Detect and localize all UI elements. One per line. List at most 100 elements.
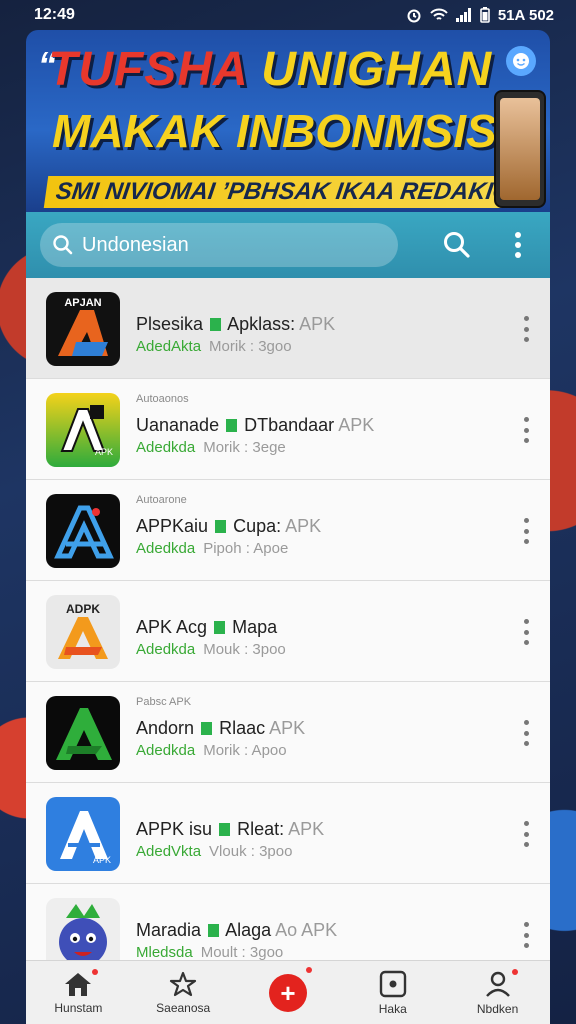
app-name-tail: Mapa [232, 617, 278, 637]
app-name: APPKaiu [136, 516, 209, 536]
app-meta: Morik : 3ege [203, 439, 286, 456]
app-icon: APJAN [46, 292, 120, 366]
nav-label: Nbdken [476, 1001, 519, 1016]
status-icons: 51A 502 [406, 7, 554, 24]
nav-label: Hunstam [54, 1000, 103, 1015]
more-vertical-icon[interactable] [522, 922, 530, 948]
explore-icon [170, 971, 197, 996]
app-meta: Moult : 3goo [200, 944, 284, 960]
status-bar: 12:49 51A 502 [0, 0, 576, 30]
verified-icon [210, 318, 222, 331]
app-name: Andorn [136, 718, 195, 738]
nav-home[interactable]: Hunstam [28, 961, 128, 1024]
app-subtitle: Adedkda Pipoh : Apoe [136, 540, 288, 557]
app-list: APJAN Plsesika Apklass: APK AdedAkta Mori… [26, 278, 550, 960]
nav-add[interactable]: + [238, 961, 338, 1024]
banner-headline-red: TUFSHA [48, 43, 247, 96]
banner-headline-yellow: UNIGHAN [261, 43, 493, 96]
app-title: APPKaiu Cupa: APK [136, 516, 321, 537]
app-author: AdedVkta [136, 843, 202, 860]
verified-icon [214, 621, 226, 634]
list-item[interactable]: Maradia Alaga Ao APK Mledsda Moult : 3goo [26, 884, 550, 960]
more-vertical-icon[interactable] [522, 821, 530, 847]
app-meta: Morik : 3goo [209, 338, 292, 355]
nav-profile[interactable]: Nbdken [448, 961, 548, 1024]
app-icon-label: APK [93, 855, 111, 865]
list-item[interactable]: APJAN Plsesika Apklass: APK AdedAkta Mori… [26, 278, 550, 379]
bottom-navigation: Hunstam Saeanosa + Haka Nbdken [26, 960, 550, 1024]
app-subtitle: Adedkda Morik : Apoo [136, 742, 287, 759]
app-icon [46, 494, 120, 568]
notification-dot [305, 966, 312, 973]
app-meta: Vlouk : 3poo [209, 843, 293, 860]
app-name-tail: DTbandaar [244, 415, 335, 435]
verified-icon [226, 419, 238, 432]
search-bar: Undonesian [26, 212, 550, 278]
app-suffix: APK [338, 415, 375, 435]
banner-headline: TUFSHA UNIGHAN [48, 42, 492, 97]
app-tag: Autoaonos [136, 393, 189, 405]
list-item[interactable]: APK Autoaonos Uananade DTbandaar APK Ade… [26, 379, 550, 480]
battery-icon [480, 7, 490, 23]
app-tag: Pabsc APK [136, 696, 192, 708]
app-title: APPK isu Rleat: APK [136, 819, 324, 840]
verified-icon [201, 722, 213, 735]
more-vertical-icon[interactable] [522, 417, 530, 443]
app-icon [46, 898, 120, 960]
app-subtitle: Mledsda Moult : 3goo [136, 944, 283, 960]
app-name: Maradia [136, 920, 202, 940]
home-icon [65, 972, 92, 996]
verified-icon [219, 823, 231, 836]
app-icon-label: ADPK [66, 602, 100, 616]
add-icon: + [268, 973, 307, 1012]
notification-dot [511, 968, 518, 975]
app-suffix: APK [288, 819, 325, 839]
status-time: 12:49 [34, 6, 75, 23]
nav-explore[interactable]: Saeanosa [133, 961, 233, 1024]
app-author: AdedAkta [136, 338, 202, 355]
promo-banner[interactable]: “ TUFSHA UNIGHAN MAKAK INBONMSISIA SMI N… [26, 30, 550, 212]
list-item[interactable]: APK APPK isu Rleat: APK AdedVkta Vlouk : … [26, 783, 550, 884]
list-item[interactable]: ADPK APK Acg Mapa Adedkda Mouk : 3poo [26, 581, 550, 682]
app-name-tail: Rleat: [237, 819, 285, 839]
more-vertical-icon[interactable] [522, 619, 530, 645]
app-subtitle: Adedkda Mouk : 3poo [136, 641, 286, 658]
app-name: APK Acg [136, 617, 208, 637]
more-vertical-icon[interactable] [522, 316, 530, 342]
app-title: Maradia Alaga Ao APK [136, 920, 337, 941]
app-author: Adedkda [136, 439, 196, 456]
wifi-icon [430, 8, 448, 20]
nav-media[interactable]: Haka [343, 961, 443, 1024]
app-icon-label: APJAN [64, 297, 101, 309]
app-title: Andorn Rlaac APK [136, 718, 305, 739]
notification-dot [92, 968, 99, 975]
app-icon: APK [46, 797, 120, 871]
search-button[interactable] [442, 230, 472, 265]
app-title: Plsesika Apklass: APK [136, 314, 335, 335]
app-name-tail: Apklass: [227, 314, 296, 334]
app-author: Adedkda [136, 742, 196, 759]
app-icon: APK [46, 393, 120, 467]
more-vertical-icon[interactable] [522, 518, 530, 544]
more-options-button[interactable] [514, 232, 522, 263]
app-icon-label: APK [95, 447, 113, 457]
status-right-text: 51A 502 [497, 6, 554, 24]
more-vertical-icon[interactable] [522, 720, 530, 746]
list-item[interactable]: Autoarone APPKaiu Cupa: APK Adedkda Pipoh… [26, 480, 550, 581]
app-name: Uananade [136, 415, 220, 435]
search-icon [444, 232, 470, 258]
app-suffix: APK [299, 314, 336, 334]
app-subtitle: Adedkda Morik : 3ege [136, 439, 286, 456]
app-suffix: APK [269, 718, 306, 738]
list-item[interactable]: Pabsc APK Andorn Rlaac APK Adedkda Morik … [26, 682, 550, 783]
search-input[interactable]: Undonesian [40, 223, 398, 267]
app-name: Plsesika [136, 314, 204, 334]
app-name: APPK isu [136, 819, 213, 839]
nav-label: Saeanosa [156, 1000, 211, 1015]
app-tag: Autoarone [136, 494, 187, 506]
banner-tagline-text: SMI NIVIOMAI ’PBHSAK IKAA REDAKION [54, 178, 509, 205]
app-name-tail: Rlaac [219, 718, 266, 738]
app-icon: ADPK [46, 595, 120, 669]
search-field-icon [53, 235, 73, 255]
chat-icon[interactable] [506, 46, 536, 76]
